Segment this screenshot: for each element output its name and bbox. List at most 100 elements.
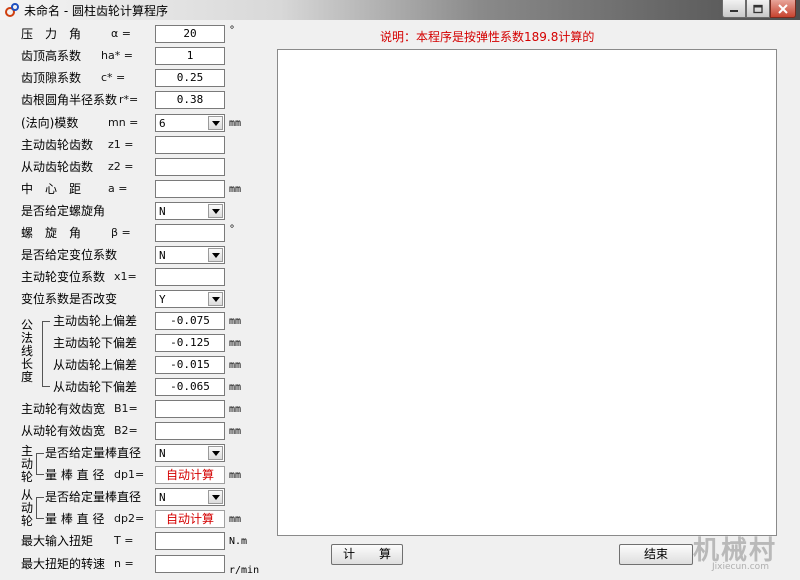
driven-rod-bracket bbox=[36, 497, 44, 519]
chevron-down-icon[interactable] bbox=[208, 116, 223, 130]
close-icon bbox=[778, 3, 788, 14]
calculate-button[interactable]: 计 算 bbox=[331, 544, 403, 565]
normal-length-group-label: 公 法 线 长 度 bbox=[20, 318, 33, 384]
given-helix-select[interactable]: N bbox=[155, 202, 225, 220]
addendum-coef-label: 齿顶高系数 bbox=[21, 49, 82, 63]
speed-label: 最大扭矩的转速 bbox=[21, 557, 106, 571]
root-radius-coef-input[interactable]: 0.38 bbox=[155, 91, 225, 109]
driving-rod-diameter-symbol: dp1= bbox=[114, 468, 145, 481]
helix-angle-unit: ° bbox=[229, 224, 236, 235]
maximize-button[interactable] bbox=[746, 0, 770, 18]
normal-module-unit: mm bbox=[229, 118, 242, 129]
minimize-icon bbox=[730, 9, 738, 12]
driven-lower-dev-input[interactable]: -0.065 bbox=[155, 378, 225, 396]
driven-upper-dev-label: 从动齿轮上偏差 bbox=[53, 358, 138, 372]
pressure-angle-label: 压 力 角 bbox=[21, 27, 82, 41]
helix-angle-input[interactable] bbox=[155, 224, 225, 242]
driven-face-width-symbol: B2= bbox=[114, 424, 138, 437]
driven-rod-diameter-label: 量 棒 直 径 bbox=[45, 512, 105, 526]
driving-teeth-symbol: z1 = bbox=[108, 138, 134, 151]
driven-teeth-symbol: z2 = bbox=[108, 160, 134, 173]
driven-rod-given-label: 是否给定量棒直径 bbox=[45, 490, 142, 504]
window-title: 未命名 - 圆柱齿轮计算程序 bbox=[24, 4, 168, 18]
driven-teeth-label: 从动齿轮齿数 bbox=[21, 160, 94, 174]
root-radius-coef-label: 齿根圆角半径系数 bbox=[21, 93, 118, 107]
finish-button[interactable]: 结束 bbox=[619, 544, 693, 565]
chevron-down-icon[interactable] bbox=[208, 248, 223, 262]
normal-length-bracket bbox=[42, 321, 50, 387]
pressure-angle-unit: ° bbox=[229, 25, 236, 36]
driving-rod-given-label: 是否给定量棒直径 bbox=[45, 446, 142, 460]
chevron-down-icon[interactable] bbox=[208, 490, 223, 504]
given-shift-select[interactable]: N bbox=[155, 246, 225, 264]
driving-lower-dev-label: 主动齿轮下偏差 bbox=[53, 336, 138, 350]
helix-angle-label: 螺 旋 角 bbox=[21, 226, 82, 240]
driven-face-width-label: 从动轮有效齿宽 bbox=[21, 424, 106, 438]
given-shift-label: 是否给定变位系数 bbox=[21, 248, 118, 262]
normal-module-select[interactable]: 6 bbox=[155, 114, 225, 132]
result-output-area[interactable] bbox=[277, 49, 777, 536]
driving-shift-input[interactable] bbox=[155, 268, 225, 286]
driven-rod-diameter-input[interactable]: 自动计算 bbox=[155, 510, 225, 528]
driven-rod-diameter-symbol: dp2= bbox=[114, 512, 145, 525]
driven-lower-dev-label: 从动齿轮下偏差 bbox=[53, 380, 138, 394]
pressure-angle-symbol: α = bbox=[111, 27, 131, 40]
driving-rod-given-value: N bbox=[159, 447, 166, 460]
normal-module-value: 6 bbox=[159, 117, 166, 130]
given-helix-label: 是否给定螺旋角 bbox=[21, 204, 106, 218]
given-shift-value: N bbox=[159, 249, 166, 262]
driven-upper-dev-unit: mm bbox=[229, 360, 242, 371]
note-text: 说明：本程序是按弹性系数189.8计算的 bbox=[380, 30, 595, 44]
driven-rod-given-value: N bbox=[159, 491, 166, 504]
driving-lower-dev-unit: mm bbox=[229, 338, 242, 349]
watermark-url: Jixiecun.com bbox=[712, 562, 769, 572]
driving-rod-given-select[interactable]: N bbox=[155, 444, 225, 462]
driving-face-width-input[interactable] bbox=[155, 400, 225, 418]
shift-change-label: 变位系数是否改变 bbox=[21, 292, 118, 306]
center-distance-label: 中 心 距 bbox=[21, 182, 82, 196]
torque-symbol: T = bbox=[114, 534, 134, 547]
maximize-icon bbox=[753, 4, 763, 13]
driving-rod-diameter-input[interactable]: 自动计算 bbox=[155, 466, 225, 484]
driving-face-width-unit: mm bbox=[229, 404, 242, 415]
addendum-coef-input[interactable]: 1 bbox=[155, 47, 225, 65]
speed-unit: r/min bbox=[229, 565, 260, 576]
chevron-down-icon[interactable] bbox=[208, 292, 223, 306]
pressure-angle-input[interactable]: 20 bbox=[155, 25, 225, 43]
chevron-down-icon[interactable] bbox=[208, 204, 223, 218]
helix-angle-symbol: β = bbox=[111, 226, 131, 239]
driven-lower-dev-unit: mm bbox=[229, 382, 242, 393]
root-radius-coef-symbol: r*= bbox=[119, 93, 139, 106]
app-window: 未命名 - 圆柱齿轮计算程序 说明：本程序是按弹性系数189.8计算的 压 力 … bbox=[0, 0, 800, 580]
center-distance-input[interactable] bbox=[155, 180, 225, 198]
minimize-button[interactable] bbox=[722, 0, 746, 18]
normal-module-label: (法向)模数 bbox=[21, 116, 79, 130]
driven-face-width-unit: mm bbox=[229, 426, 242, 437]
driving-upper-dev-label: 主动齿轮上偏差 bbox=[53, 314, 138, 328]
close-button[interactable] bbox=[770, 0, 796, 18]
driven-upper-dev-input[interactable]: -0.015 bbox=[155, 356, 225, 374]
center-distance-unit: mm bbox=[229, 184, 242, 195]
driving-rod-bracket bbox=[36, 453, 44, 475]
normal-module-symbol: mn = bbox=[108, 116, 139, 129]
driven-rod-given-select[interactable]: N bbox=[155, 488, 225, 506]
torque-input[interactable] bbox=[155, 532, 225, 550]
torque-label: 最大输入扭矩 bbox=[21, 534, 94, 548]
driven-teeth-input[interactable] bbox=[155, 158, 225, 176]
clearance-coef-input[interactable]: 0.25 bbox=[155, 69, 225, 87]
driving-upper-dev-input[interactable]: -0.075 bbox=[155, 312, 225, 330]
driving-rod-diameter-unit: mm bbox=[229, 470, 242, 481]
driving-face-width-label: 主动轮有效齿宽 bbox=[21, 402, 106, 416]
shift-change-select[interactable]: Y bbox=[155, 290, 225, 308]
driven-rod-diameter-unit: mm bbox=[229, 514, 242, 525]
speed-input[interactable] bbox=[155, 555, 225, 573]
driven-rod-group-label: 从 动 轮 bbox=[20, 488, 33, 528]
given-helix-value: N bbox=[159, 205, 166, 218]
driving-shift-symbol: x1= bbox=[114, 270, 137, 283]
driven-face-width-input[interactable] bbox=[155, 422, 225, 440]
driving-upper-dev-unit: mm bbox=[229, 316, 242, 327]
chevron-down-icon[interactable] bbox=[208, 446, 223, 460]
driving-lower-dev-input[interactable]: -0.125 bbox=[155, 334, 225, 352]
clearance-coef-label: 齿顶隙系数 bbox=[21, 71, 82, 85]
driving-teeth-input[interactable] bbox=[155, 136, 225, 154]
